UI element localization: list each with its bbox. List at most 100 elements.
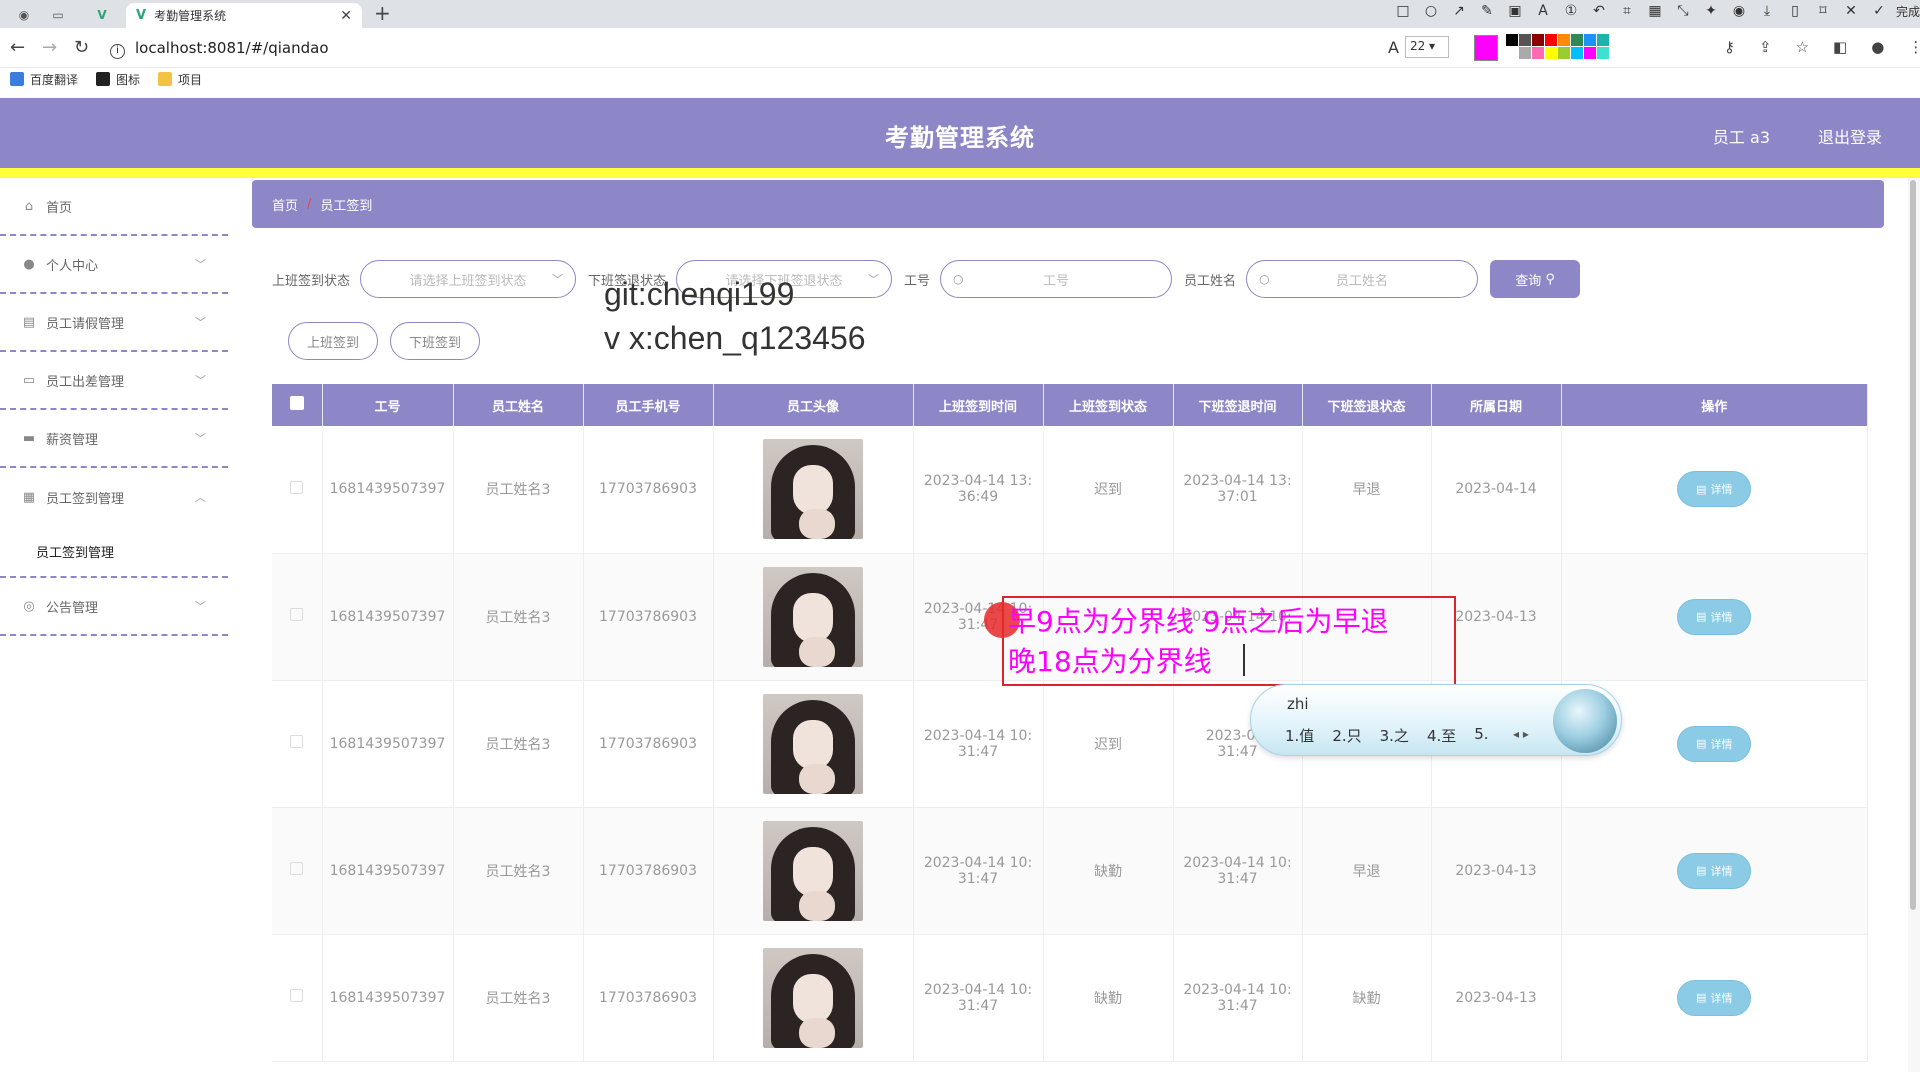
logout-link[interactable]: 退出登录 (1818, 124, 1882, 148)
phone-icon[interactable]: ▯ (1784, 3, 1806, 20)
palette-color[interactable] (1545, 47, 1557, 59)
checkout-button[interactable]: 下班签到 (390, 322, 480, 360)
sidebar-item-notice[interactable]: ◎ 公告管理 ﹀ (0, 578, 228, 636)
column-header[interactable]: 上班签到状态 (1043, 384, 1174, 426)
avatar[interactable] (763, 820, 863, 921)
column-header[interactable]: 下班签退时间 (1173, 384, 1303, 426)
font-size-select[interactable]: 22 ▾ (1404, 36, 1449, 58)
detail-button[interactable]: ▤ 详情 (1677, 852, 1752, 889)
column-header[interactable]: 工号 (322, 384, 454, 426)
avatar[interactable] (763, 439, 863, 540)
share-icon[interactable]: ⇪ (1759, 38, 1772, 56)
palette-color[interactable] (1532, 47, 1544, 59)
search-button[interactable]: 查询 ⚲ (1490, 260, 1581, 298)
palette-color[interactable] (1571, 47, 1583, 59)
pen-tool-icon[interactable]: ✎ (1476, 3, 1498, 20)
pin-icon[interactable]: ⤡ (1672, 3, 1694, 20)
column-header[interactable]: 上班签到时间 (913, 384, 1044, 426)
detail-button[interactable]: ▤ 详情 (1677, 725, 1752, 762)
palette-color[interactable] (1584, 47, 1596, 59)
sidebar-item-leave[interactable]: ▤ 员工请假管理 ﹀ (0, 294, 228, 352)
palette-color[interactable] (1506, 47, 1518, 59)
ime-candidate[interactable]: 5. (1474, 725, 1488, 746)
ime-candidate[interactable]: 1.值 (1285, 725, 1314, 746)
sidebar-subitem-attendance[interactable]: 员工签到管理 (0, 526, 228, 578)
column-header[interactable]: 操作 (1561, 384, 1868, 426)
crop-icon[interactable]: ⌗ (1616, 3, 1638, 20)
detail-button[interactable]: ▤ 详情 (1677, 598, 1752, 635)
forward-icon[interactable]: → (42, 37, 57, 58)
bookmark-project[interactable]: 项目 (158, 71, 202, 88)
sidebar-item-attendance[interactable]: ▦ 员工签到管理 ︿ (0, 468, 228, 526)
sidebar-item-home[interactable]: ⌂ 首页 (0, 178, 228, 236)
done-icon[interactable]: ✓ (1868, 3, 1890, 20)
text-tool-icon[interactable]: A (1532, 3, 1554, 20)
column-header[interactable]: 所属日期 (1431, 384, 1562, 426)
undo-icon[interactable]: ↶ (1588, 3, 1610, 20)
avatar[interactable] (763, 693, 863, 794)
new-tab-button[interactable]: + (374, 1, 391, 25)
star-icon[interactable]: ☆ (1796, 38, 1809, 56)
number-tool-icon[interactable]: ① (1560, 3, 1582, 20)
column-header[interactable]: 员工姓名 (453, 384, 584, 426)
palette-color[interactable] (1571, 34, 1583, 46)
avatar[interactable] (763, 566, 863, 667)
save-icon[interactable]: ⤓ (1756, 3, 1778, 20)
row-checkbox[interactable] (272, 807, 323, 935)
back-icon[interactable]: ← (10, 37, 25, 58)
sidebar-item-trip[interactable]: ▭ 员工出差管理 ﹀ (0, 352, 228, 410)
row-checkbox[interactable] (272, 934, 323, 1062)
ime-candidate[interactable]: 2.只 (1332, 725, 1361, 746)
pinned-tab[interactable]: ▭ (44, 4, 72, 26)
cancel-icon[interactable]: ✕ (1840, 3, 1862, 20)
active-tab[interactable]: V 考勤管理系统 ✕ (126, 3, 362, 28)
palette-color[interactable] (1584, 34, 1596, 46)
ime-page-arrows-icon[interactable]: ◂ ▸ (1513, 727, 1529, 741)
annotation-text[interactable]: 早9点为分界线 9点之后为早退 晚18点为分界线 (1008, 602, 1389, 682)
ocr-icon[interactable]: ▦ (1644, 3, 1666, 20)
done-label[interactable]: 完成 (1896, 3, 1920, 20)
palette-color[interactable] (1519, 34, 1531, 46)
arrow-tool-icon[interactable]: ↗ (1448, 3, 1470, 20)
palette-color[interactable] (1532, 34, 1544, 46)
key-icon[interactable]: ⚷ (1724, 38, 1735, 56)
url-field[interactable]: i localhost:8081/#/qiandao (110, 39, 329, 59)
employee-name-input[interactable]: ○ 员工姓名 (1246, 260, 1479, 298)
palette-color[interactable] (1545, 34, 1557, 46)
row-checkbox[interactable] (272, 426, 323, 554)
bookmark-icons[interactable]: 图标 (96, 71, 140, 88)
checkin-button[interactable]: 上班签到 (288, 322, 378, 360)
palette-color[interactable] (1597, 34, 1609, 46)
palette-color[interactable] (1506, 34, 1518, 46)
select-all-checkbox[interactable] (272, 384, 323, 426)
pin-tool-icon[interactable]: ✦ (1700, 3, 1722, 20)
rectangle-tool-icon[interactable]: □ (1392, 3, 1414, 20)
row-checkbox[interactable] (272, 553, 323, 681)
row-checkbox[interactable] (272, 680, 323, 808)
current-color-swatch[interactable] (1474, 35, 1498, 61)
detail-button[interactable]: ▤ 详情 (1677, 471, 1752, 508)
detail-button[interactable]: ▤ 详情 (1677, 979, 1752, 1016)
vue-tab[interactable]: V (88, 4, 116, 26)
browser-menu-icon[interactable]: ◉ (10, 4, 38, 26)
palette-color[interactable] (1558, 47, 1570, 59)
scrollbar-thumb[interactable] (1910, 180, 1916, 910)
circle-tool-icon[interactable]: ○ (1420, 3, 1442, 20)
bookmark-icon[interactable]: ⌑ (1812, 3, 1834, 20)
breadcrumb-home[interactable]: 首页 (272, 195, 298, 214)
ime-candidate[interactable]: 3.之 (1380, 725, 1409, 746)
column-header[interactable]: 员工手机号 (583, 384, 714, 426)
palette-color[interactable] (1558, 34, 1570, 46)
palette-color[interactable] (1519, 47, 1531, 59)
sidebar-icon[interactable]: ◧ (1833, 38, 1847, 56)
bookmark-translate[interactable]: 百度翻译 (10, 71, 78, 88)
avatar[interactable] (763, 947, 863, 1048)
ime-candidate[interactable]: 4.至 (1427, 725, 1456, 746)
employee-id-input[interactable]: ○ 工号 (940, 260, 1173, 298)
profile-icon[interactable]: ● (1871, 38, 1884, 56)
site-info-icon[interactable]: i (110, 44, 125, 59)
close-tab-icon[interactable]: ✕ (340, 8, 352, 24)
palette-color[interactable] (1597, 47, 1609, 59)
column-header[interactable]: 员工头像 (713, 384, 914, 426)
sidebar-item-salary[interactable]: ▬ 薪资管理 ﹀ (0, 410, 228, 468)
